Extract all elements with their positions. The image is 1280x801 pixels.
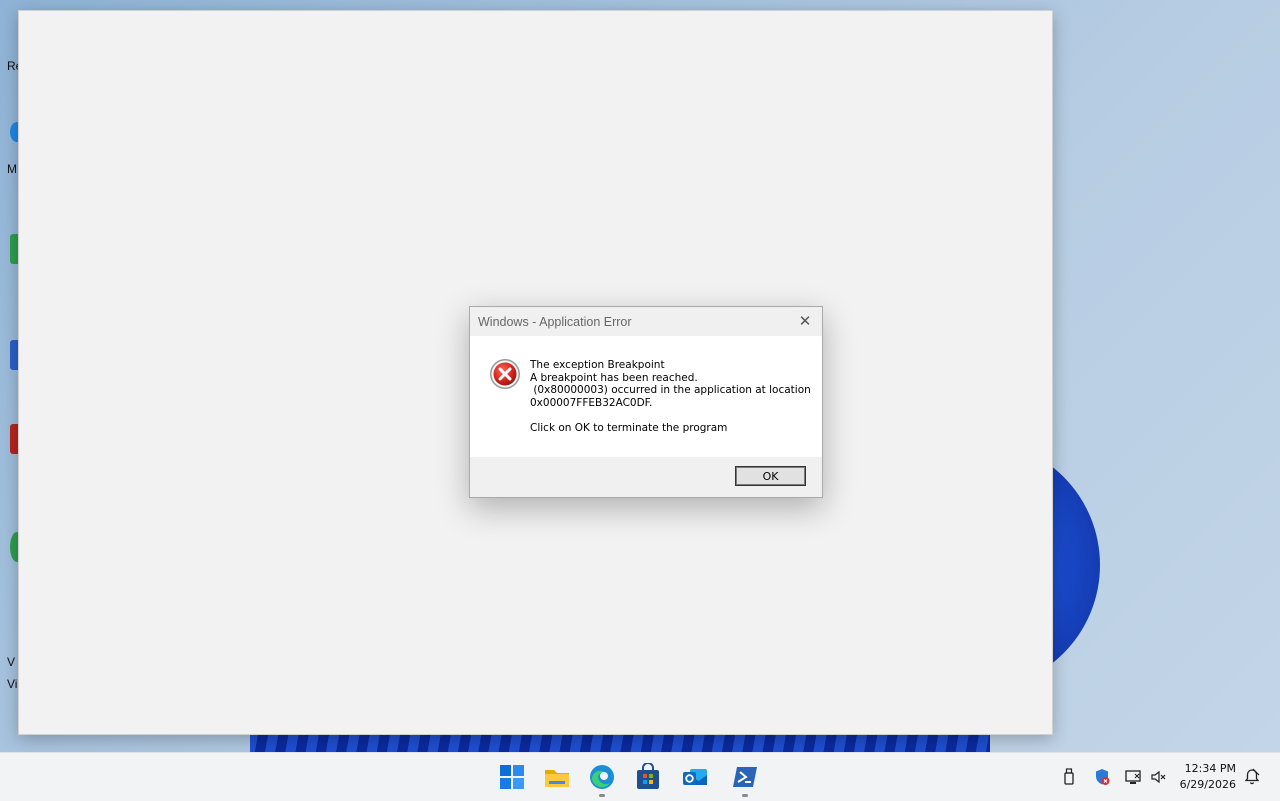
clock-time: 12:34 PM bbox=[1184, 762, 1236, 775]
desktop-icon-label: Vi bbox=[7, 677, 18, 691]
error-message: The exception Breakpoint A breakpoint ha… bbox=[530, 359, 811, 410]
edge-icon[interactable] bbox=[588, 763, 616, 791]
error-instruction: Click on OK to terminate the program bbox=[530, 422, 728, 434]
clock-date: 6/29/2026 bbox=[1179, 778, 1236, 791]
running-indicator bbox=[742, 794, 748, 797]
running-indicator bbox=[599, 794, 605, 797]
powershell-icon[interactable] bbox=[731, 763, 759, 791]
notification-icon[interactable] bbox=[1244, 768, 1260, 786]
ok-button[interactable]: OK bbox=[735, 466, 806, 486]
application-error-dialog: Windows - Application Error ✕ The except… bbox=[469, 306, 823, 498]
file-explorer-icon[interactable] bbox=[543, 763, 571, 791]
usb-icon[interactable] bbox=[1061, 768, 1077, 786]
outlook-icon[interactable] bbox=[681, 763, 709, 791]
desktop-icon-label: V bbox=[7, 655, 16, 669]
volume-mute-icon[interactable] bbox=[1150, 768, 1166, 786]
security-icon[interactable] bbox=[1094, 768, 1110, 786]
dialog-title: Windows - Application Error bbox=[478, 315, 632, 329]
start-icon[interactable] bbox=[498, 763, 526, 791]
network-icon[interactable] bbox=[1125, 768, 1141, 786]
taskbar: 12:34 PM 6/29/2026 bbox=[0, 752, 1280, 801]
close-button[interactable]: ✕ bbox=[794, 311, 816, 331]
dialog-body: The exception Breakpoint A breakpoint ha… bbox=[470, 336, 822, 457]
store-icon[interactable] bbox=[634, 763, 662, 791]
system-clock[interactable]: 12:34 PM 6/29/2026 bbox=[1180, 761, 1236, 793]
error-icon bbox=[490, 359, 520, 389]
desktop-icon-label: M bbox=[7, 162, 17, 176]
